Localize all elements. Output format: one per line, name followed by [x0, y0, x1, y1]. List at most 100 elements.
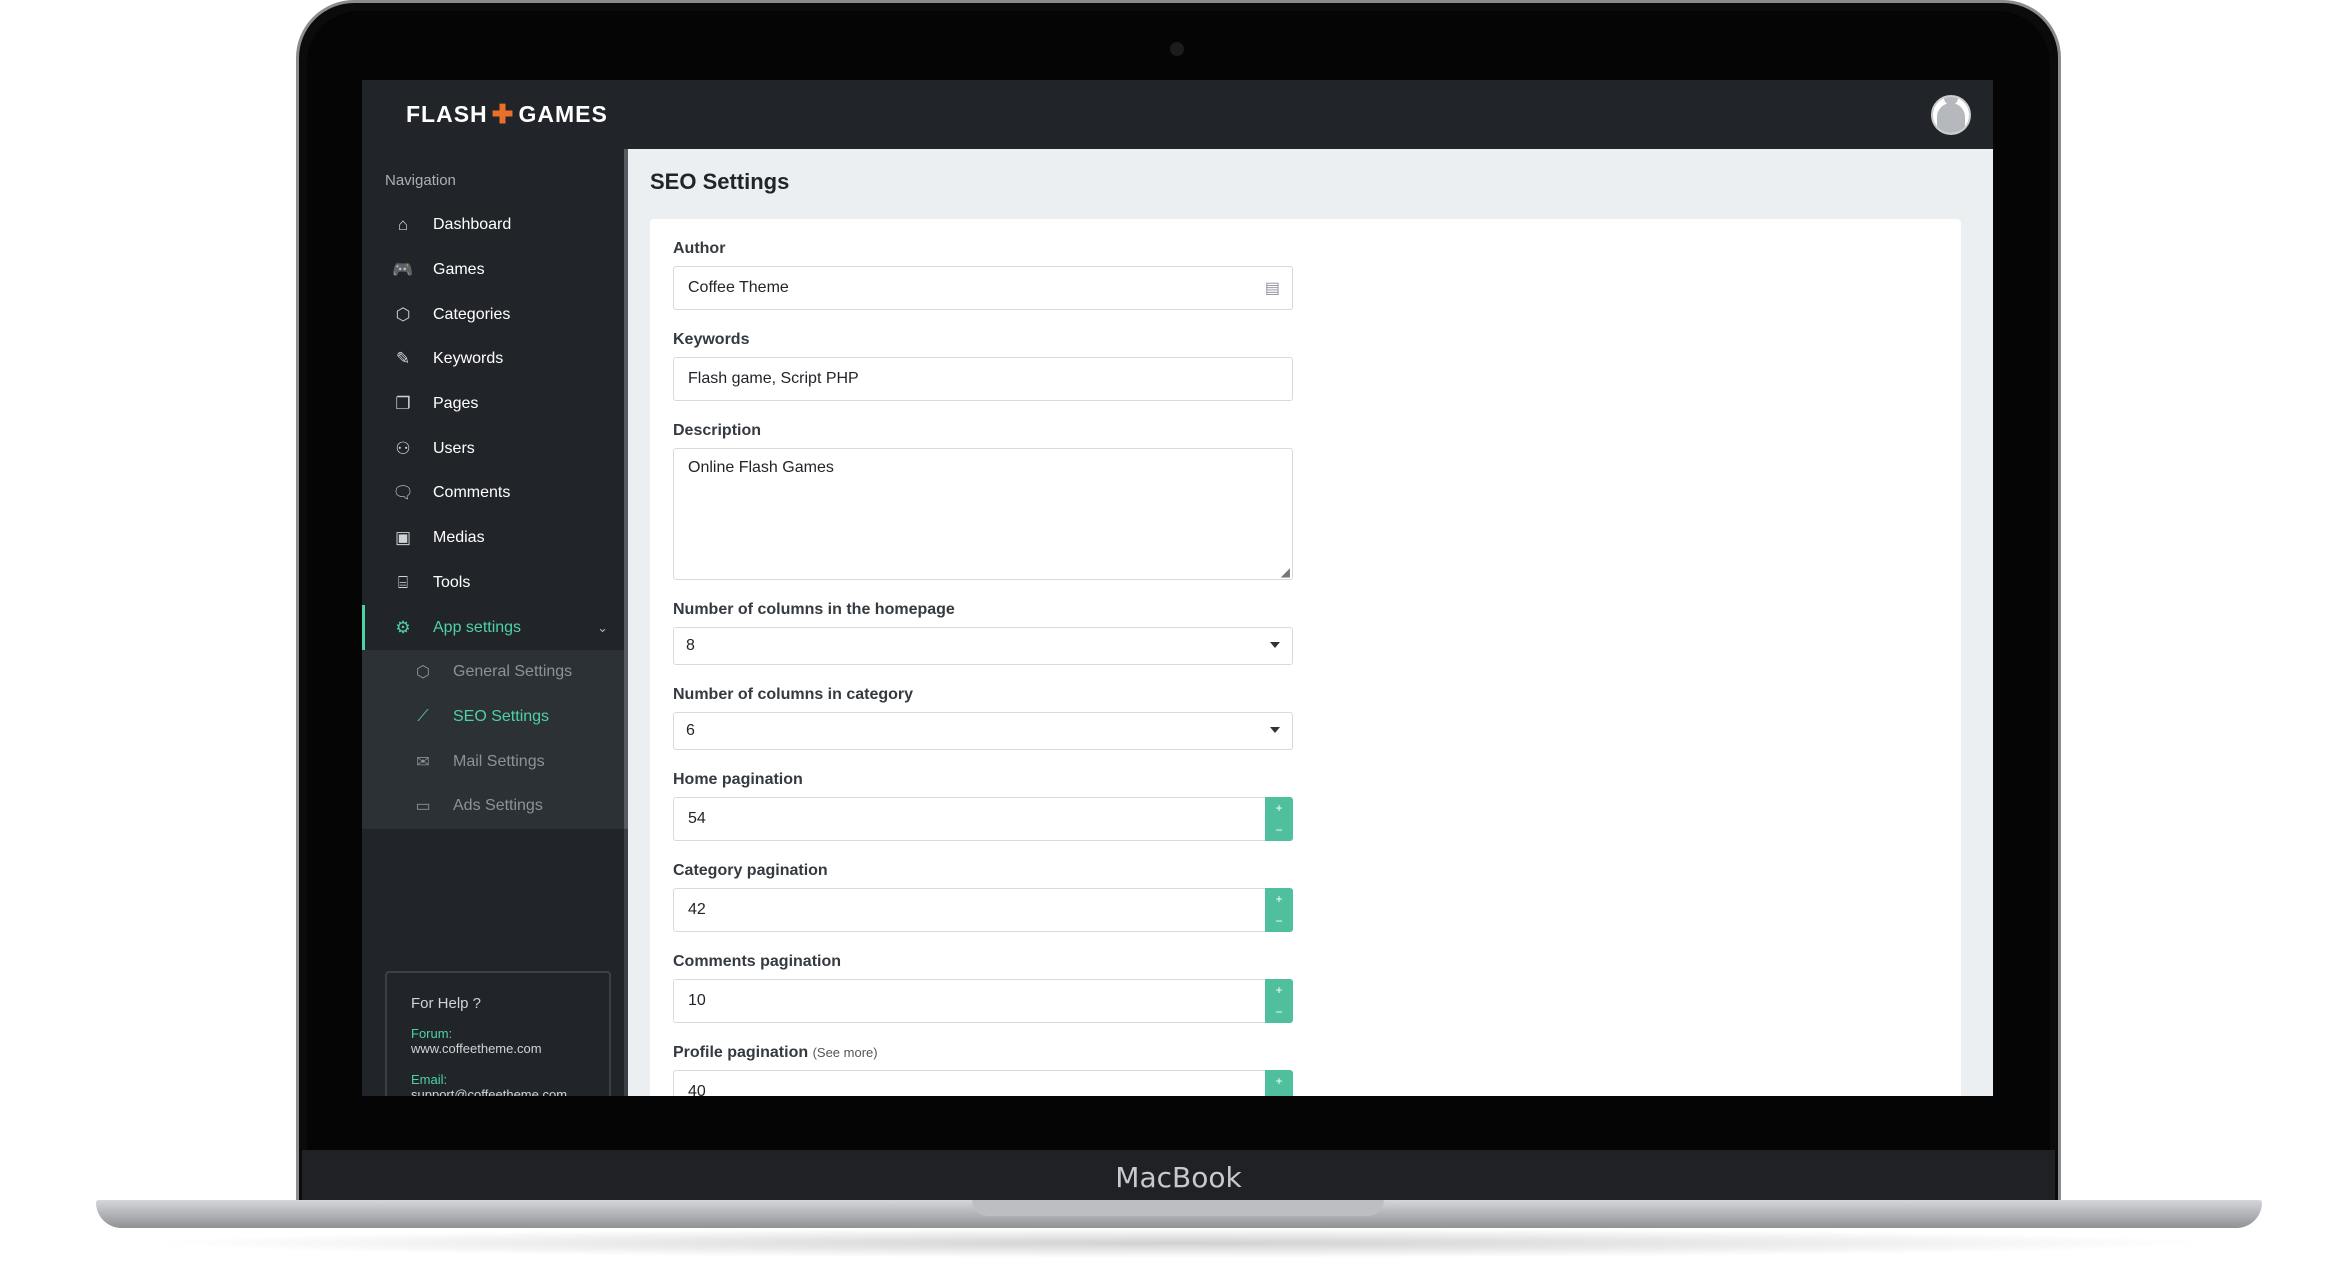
user-silhouette-icon [1937, 96, 1965, 133]
submenu-item-label: Ads Settings [453, 797, 543, 815]
author-value: Coffee Theme [688, 279, 789, 296]
sidebar-item-label: Users [433, 439, 475, 457]
app-screen: FLASH ✚ GAMES Navigation ⌂ Dashboard 🎮 Gam… [362, 80, 1993, 1096]
settings-card: Author Coffee Theme ▤ Keywords Flash game… [650, 219, 1961, 1096]
pin-icon: ✎ [395, 349, 411, 369]
sidebar-item-keywords[interactable]: ✎ Keywords [362, 337, 628, 382]
comments-pagination-value[interactable]: 10 [673, 979, 1265, 1023]
sidebar-item-label: Comments [433, 484, 511, 502]
decrement-icon[interactable]: − [1275, 1005, 1282, 1019]
sidebar-item-medias[interactable]: ▣ Medias [362, 516, 628, 561]
box-icon: ⬡ [416, 664, 430, 682]
sidebar-item-label: Dashboard [433, 216, 512, 234]
home-pagination-label: Home pagination [673, 771, 803, 788]
top-bar: FLASH ✚ GAMES [362, 80, 1993, 149]
submenu-item-label: SEO Settings [453, 707, 550, 725]
category-pagination-stepper[interactable]: 42 + − [673, 888, 1293, 932]
camera-dot [1170, 42, 1184, 56]
app-logo[interactable]: FLASH ✚ GAMES [406, 99, 608, 130]
increment-icon[interactable]: + [1275, 983, 1282, 997]
sidebar-item-app-settings[interactable]: ⚙ App settings ⌄ [362, 605, 628, 650]
avatar[interactable] [1931, 94, 1971, 135]
submenu-item-label: General Settings [453, 663, 573, 681]
submenu-item-ads-settings[interactable]: ▭ Ads Settings [362, 784, 628, 829]
caret-down-icon [1270, 642, 1280, 648]
sidebar-item-comments[interactable]: 🗨 Comments [362, 471, 628, 516]
sidebar-item-games[interactable]: 🎮 Games [362, 248, 628, 293]
cols-home-value: 8 [686, 637, 695, 654]
cols-home-select[interactable]: 8 [673, 627, 1293, 665]
mail-icon: ✉ [416, 753, 430, 771]
id-card-icon: ▤ [1264, 280, 1280, 297]
device-brand: MacBook [1115, 1161, 1242, 1194]
sidebar-item-tools[interactable]: ⌸ Tools [362, 561, 628, 606]
keywords-input[interactable]: Flash game, Script PHP [673, 357, 1293, 401]
page-title: SEO Settings [650, 169, 790, 194]
keywords-label: Keywords [673, 331, 750, 348]
home-pagination-stepper[interactable]: 54 + − [673, 797, 1293, 841]
image-icon: ▣ [394, 528, 412, 548]
cols-category-label: Number of columns in category [673, 686, 914, 703]
sidebar-item-label: Pages [433, 395, 479, 413]
description-value: Online Flash Games [688, 459, 834, 476]
profile-pagination-label-text: Profile pagination [673, 1044, 809, 1061]
chart-line-icon: ⟋ [417, 707, 429, 725]
see-more-link[interactable]: (See more) [813, 1045, 878, 1060]
cols-category-select[interactable]: 6 [673, 712, 1293, 750]
sidebar-item-dashboard[interactable]: ⌂ Dashboard [362, 203, 628, 248]
sidebar-item-label: Categories [433, 305, 511, 323]
decrement-icon[interactable]: − [1275, 823, 1282, 837]
sidebar-item-label: App settings [433, 618, 522, 636]
submenu-item-seo-settings[interactable]: ⟋ SEO Settings [362, 695, 628, 740]
profile-pagination-stepper[interactable]: 40+− [673, 1070, 1293, 1096]
submenu-item-mail-settings[interactable]: ✉ Mail Settings [362, 739, 628, 784]
sidebar-item-categories[interactable]: ⬡ Categories [362, 292, 628, 337]
profile-pagination-value[interactable]: 40 [673, 1070, 1265, 1096]
caret-down-icon [1270, 727, 1280, 733]
home-pagination-value[interactable]: 54 [673, 797, 1265, 841]
chevron-down-icon: ⌄ [597, 619, 608, 635]
toolbox-icon: ⌸ [397, 572, 409, 592]
submenu-item-label: Mail Settings [453, 752, 545, 770]
submenu-item-general-settings[interactable]: ⬡ General Settings [362, 650, 628, 695]
description-textarea[interactable]: Online Flash Games ◢ [673, 448, 1293, 580]
comments-pagination-stepper[interactable]: 10 + − [673, 979, 1293, 1023]
resize-grip-icon[interactable]: ◢ [1281, 565, 1290, 579]
help-title: For Help ? [411, 995, 482, 1012]
sidebar-item-label: Medias [433, 529, 485, 547]
comment-icon: 🗨 [392, 483, 414, 503]
sidebar-title: Navigation [385, 172, 456, 189]
help-forum-link[interactable]: www.coffeetheme.com [411, 1041, 585, 1056]
user-icon: ⚇ [395, 438, 411, 458]
increment-icon[interactable]: + [1275, 1074, 1282, 1088]
keywords-value: Flash game, Script PHP [688, 370, 859, 387]
increment-icon[interactable]: + [1275, 892, 1282, 906]
sidebar: Navigation ⌂ Dashboard 🎮 Games ⬡ Categories… [362, 149, 628, 1096]
monitor-icon: ▭ [415, 798, 431, 816]
profile-pagination-label: Profile pagination (See more) [673, 1044, 1938, 1062]
increment-icon[interactable]: + [1275, 801, 1282, 815]
sidebar-item-label: Games [433, 261, 485, 279]
box-icon: ⬡ [395, 304, 411, 324]
main-content: SEO Settings Author Coffee Theme ▤ Keywor… [628, 149, 1993, 1096]
cols-home-label: Number of columns in the homepage [673, 601, 955, 618]
comments-pagination-label: Comments pagination [673, 953, 842, 970]
cols-category-value: 6 [686, 722, 695, 739]
author-label: Author [673, 240, 726, 257]
sidebar-item-label: Keywords [433, 350, 504, 368]
home-icon: ⌂ [397, 215, 409, 235]
gamepad-icon: 🎮 [392, 260, 414, 280]
sidebar-item-pages[interactable]: ❐ Pages [362, 382, 628, 427]
category-pagination-value[interactable]: 42 [673, 888, 1265, 932]
help-email-label: Email: [411, 1072, 448, 1087]
pages-icon: ❐ [395, 394, 411, 414]
app-settings-submenu: ⬡ General Settings ⟋ SEO Settings ✉ Mail Se… [362, 649, 628, 829]
sidebar-item-users[interactable]: ⚇ Users [362, 426, 628, 471]
logo-cross-icon: ✚ [491, 99, 515, 129]
help-box: For Help ? Forum: www.coffeetheme.com Em… [385, 971, 611, 1096]
decrement-icon[interactable]: − [1275, 914, 1282, 928]
description-label: Description [673, 422, 762, 439]
author-input[interactable]: Coffee Theme ▤ [673, 266, 1293, 310]
help-email-link[interactable]: support@coffeetheme.com [411, 1087, 585, 1096]
category-pagination-label: Category pagination [673, 862, 828, 879]
